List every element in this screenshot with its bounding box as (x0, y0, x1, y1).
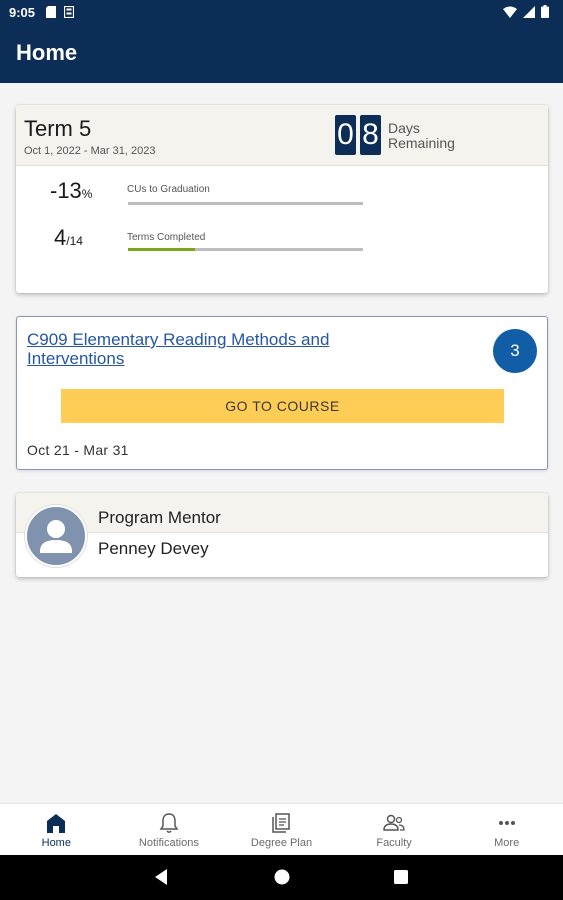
term-dates: Oct 1, 2022 - Mar 31, 2023 (24, 145, 156, 157)
terms-number: 4 (54, 225, 67, 250)
back-icon[interactable] (153, 868, 169, 886)
days-digit-tens: 0 (335, 115, 356, 155)
course-dates: Oct 21 - Mar 31 (27, 442, 129, 458)
sd-card-icon (46, 6, 56, 18)
course-title-link[interactable]: C909 Elementary Reading Methods and Inte… (27, 330, 357, 368)
days-remaining-label: Days Remaining (388, 121, 455, 151)
signal-icon (523, 5, 535, 18)
more-icon (498, 821, 515, 825)
days-label-line1: Days (388, 120, 420, 136)
mentor-name: Penney Devey (98, 539, 209, 558)
nav-faculty[interactable]: Faculty (338, 804, 451, 855)
days-digit-ones: 8 (360, 115, 381, 155)
home-icon (47, 814, 66, 833)
terms-label: Terms Completed (127, 232, 206, 243)
cus-value: -13% (50, 178, 92, 204)
terms-value: 4/14 (54, 225, 83, 251)
nav-degree-plan[interactable]: Degree Plan (225, 804, 338, 855)
battery-icon (541, 5, 549, 18)
degree-plan-icon (272, 813, 291, 833)
faculty-icon (383, 814, 405, 831)
nav-home-label: Home (41, 837, 71, 849)
bell-icon (159, 813, 179, 833)
storage-icon (64, 6, 74, 18)
nav-home[interactable]: Home (0, 804, 113, 855)
term-card: Term 5 Oct 1, 2022 - Mar 31, 2023 0 8 Da… (16, 105, 548, 293)
terms-progress-fill (128, 248, 196, 251)
person-icon (40, 520, 72, 553)
bottom-nav: Home Notifications Degree Plan Faculty M… (0, 803, 563, 855)
mentor-card[interactable]: Program Mentor Penney Devey (16, 493, 548, 577)
nav-degree-plan-label: Degree Plan (250, 837, 313, 849)
wifi-icon (503, 6, 517, 18)
mentor-role: Program Mentor (98, 508, 221, 527)
terms-progress-bar (128, 248, 363, 251)
mentor-header: Program Mentor (16, 493, 548, 533)
cus-unit: % (81, 187, 93, 201)
status-time: 9:05 (9, 5, 36, 20)
terms-unit: /14 (66, 234, 83, 248)
term-name: Term 5 (24, 116, 92, 141)
system-nav-bar (0, 855, 563, 900)
recents-icon[interactable] (393, 868, 409, 886)
page-title: Home (16, 40, 78, 65)
cus-number: -13 (50, 178, 82, 203)
app-bar: Home (0, 26, 563, 83)
nav-faculty-label: Faculty (376, 837, 412, 849)
nav-more-label: More (494, 837, 520, 849)
nav-more[interactable]: More (450, 804, 563, 855)
nav-notifications[interactable]: Notifications (113, 804, 226, 855)
avatar (25, 505, 87, 567)
status-bar: 9:05 (0, 0, 563, 26)
nav-notifications-label: Notifications (138, 837, 199, 849)
cus-progress-bar (128, 202, 363, 205)
home-circle-icon[interactable] (273, 868, 291, 886)
term-header: Term 5 Oct 1, 2022 - Mar 31, 2023 0 8 Da… (16, 105, 548, 166)
course-card: C909 Elementary Reading Methods and Inte… (16, 316, 548, 470)
days-label-line2: Remaining (388, 135, 455, 151)
go-to-course-button[interactable]: GO TO COURSE (61, 389, 504, 423)
course-count-badge: 3 (493, 329, 537, 373)
cus-label: CUs to Graduation (127, 184, 210, 195)
